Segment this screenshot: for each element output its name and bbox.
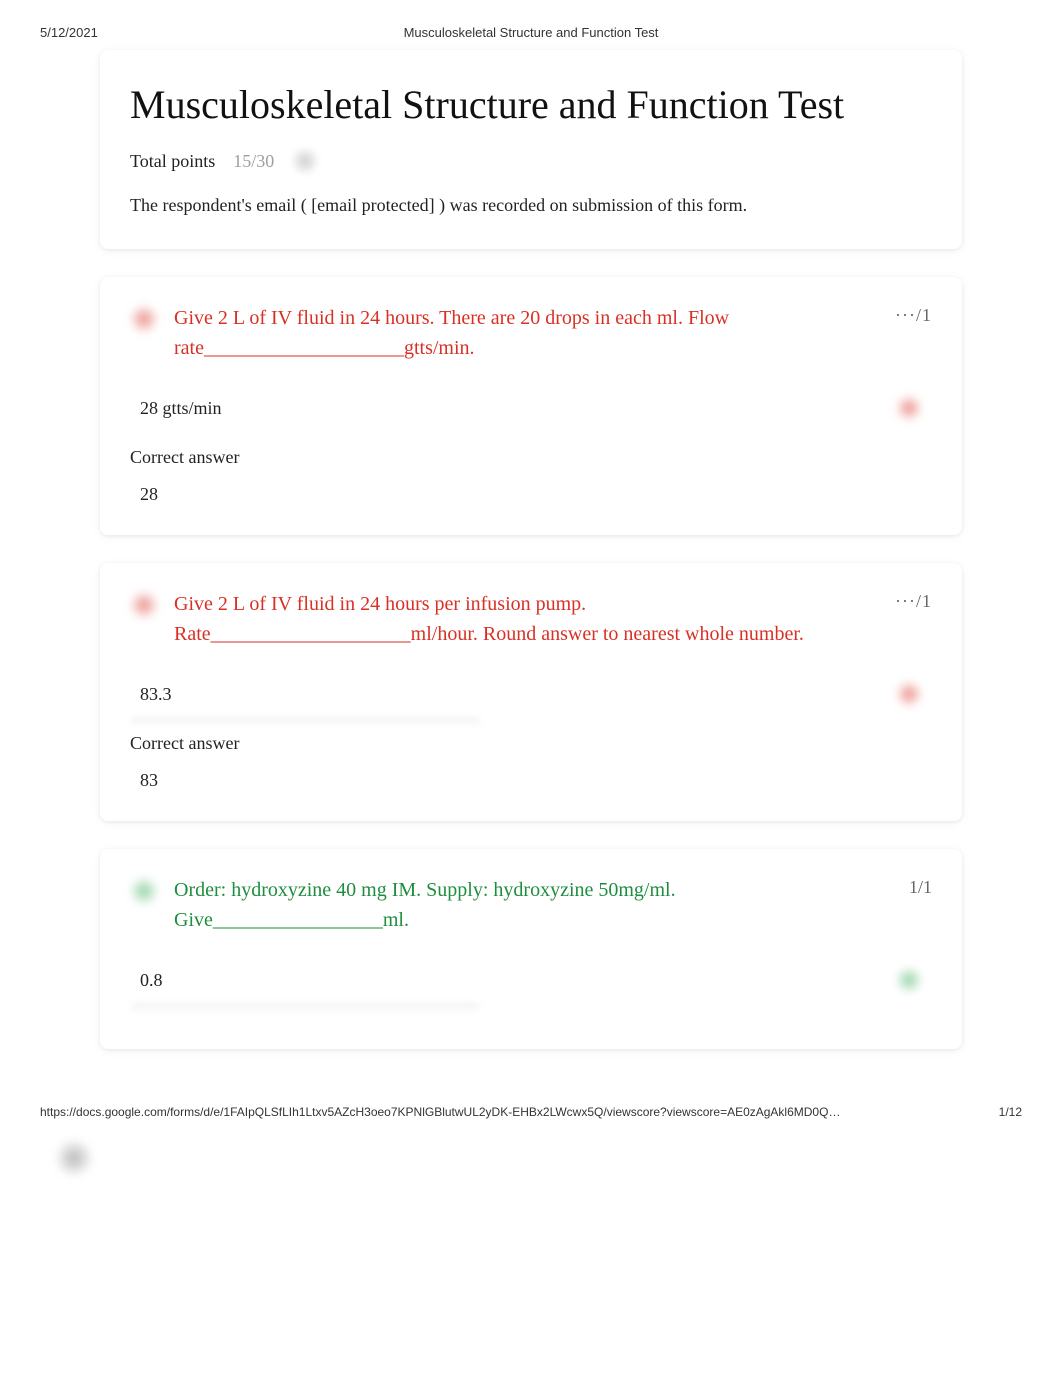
- correct-answer-label: Correct answer: [130, 447, 932, 468]
- question-card: Give 2 L of IV fluid in 24 hours per inf…: [100, 563, 962, 821]
- correct-answer-value: 28: [130, 484, 932, 505]
- total-points-row: Total points 15/30: [130, 148, 932, 174]
- question-score: ···/1: [895, 305, 932, 326]
- question-score: ···/1: [895, 591, 932, 612]
- bottom-left-blur: [56, 1140, 92, 1176]
- question-score: 1/1: [909, 877, 932, 898]
- question-text: Give 2 L of IV fluid in 24 hours per inf…: [174, 589, 879, 649]
- print-footer: https://docs.google.com/forms/d/e/1FAIpQ…: [0, 1087, 1062, 1137]
- footer-page: 1/12: [999, 1105, 1022, 1119]
- question-text: Order: hydroxyzine 40 mg IM. Supply: hyd…: [174, 875, 893, 935]
- incorrect-answer-icon: [896, 681, 922, 707]
- correct-answer-value: 83: [130, 770, 932, 791]
- points-icon-blur: [292, 148, 318, 174]
- user-answer: 83.3: [140, 684, 172, 705]
- question-card: Order: hydroxyzine 40 mg IM. Supply: hyd…: [100, 849, 962, 1049]
- question-text: Give 2 L of IV fluid in 24 hours. There …: [174, 303, 879, 363]
- respondent-email: [email protected]: [311, 195, 434, 215]
- print-header: 5/12/2021 Musculoskeletal Structure and …: [0, 0, 1062, 50]
- respondent-email-text: The respondent's email ( [email protecte…: [130, 192, 932, 219]
- form-header-card: Musculoskeletal Structure and Function T…: [100, 50, 962, 249]
- print-title: Musculoskeletal Structure and Function T…: [404, 25, 659, 40]
- question-header: Order: hydroxyzine 40 mg IM. Supply: hyd…: [130, 875, 932, 935]
- incorrect-icon: [130, 305, 158, 333]
- total-points-value: 15/30: [233, 151, 274, 172]
- question-header: Give 2 L of IV fluid in 24 hours per inf…: [130, 589, 932, 649]
- form-title: Musculoskeletal Structure and Function T…: [130, 80, 932, 130]
- user-answer-row: 0.8: [130, 961, 932, 999]
- user-answer-row: 83.3: [130, 675, 932, 713]
- correct-icon: [130, 877, 158, 905]
- correct-answer-label: Correct answer: [130, 733, 932, 754]
- total-points-label: Total points: [130, 151, 215, 172]
- question-header: Give 2 L of IV fluid in 24 hours. There …: [130, 303, 932, 363]
- incorrect-answer-icon: [896, 395, 922, 421]
- footer-url: https://docs.google.com/forms/d/e/1FAIpQ…: [40, 1105, 840, 1119]
- user-answer: 0.8: [140, 970, 163, 991]
- incorrect-icon: [130, 591, 158, 619]
- correct-answer-icon: [896, 967, 922, 993]
- print-date: 5/12/2021: [40, 25, 98, 40]
- question-card: Give 2 L of IV fluid in 24 hours. There …: [100, 277, 962, 535]
- user-answer: 28 gtts/min: [140, 398, 222, 419]
- user-answer-row: 28 gtts/min: [130, 389, 932, 427]
